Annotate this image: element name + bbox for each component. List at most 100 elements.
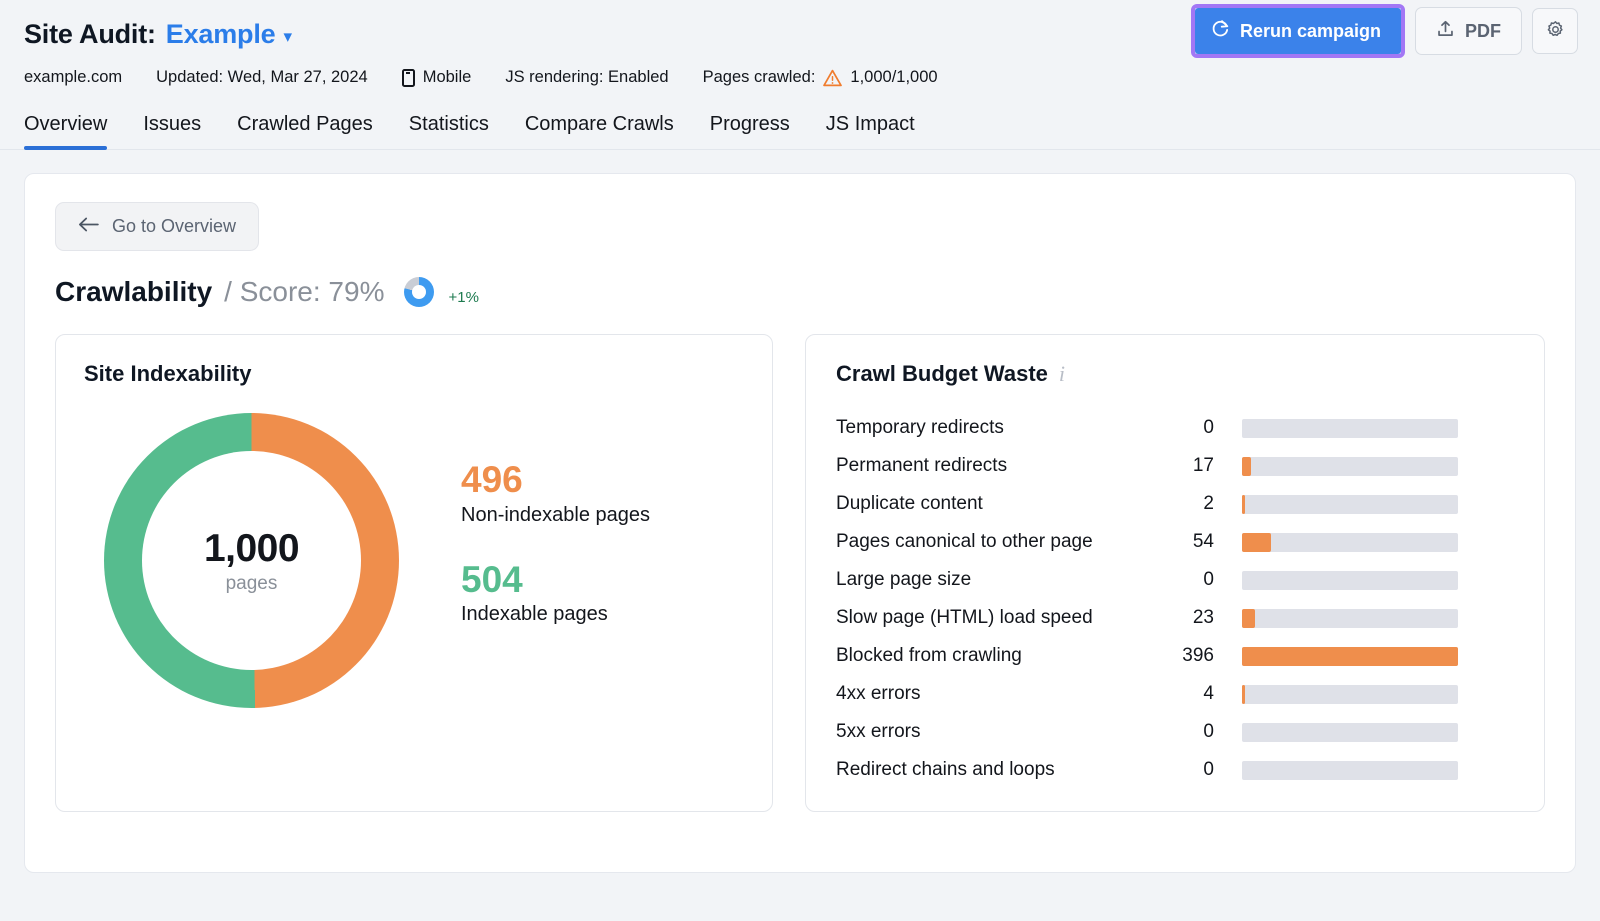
waste-row-bar-track — [1242, 419, 1458, 438]
indexability-donut: 1,000 pages — [104, 413, 399, 708]
main-content-card: Go to Overview Crawlability / Score: 79%… — [24, 173, 1576, 873]
tab-js-impact-label: JS Impact — [826, 113, 915, 135]
rerun-campaign-button[interactable]: Rerun campaign — [1195, 8, 1401, 54]
meta-device: Mobile — [402, 68, 472, 87]
waste-row-label: Slow page (HTML) load speed — [836, 607, 1156, 629]
meta-js-rendering: JS rendering: Enabled — [505, 68, 668, 87]
page-header: Site Audit: Example ▾ example.com Update… — [0, 0, 1600, 87]
tab-progress-label: Progress — [710, 113, 790, 135]
waste-row-label: Pages canonical to other page — [836, 531, 1156, 553]
crawl-budget-waste-title: Crawl Budget Waste — [836, 361, 1048, 387]
site-indexability-panel: Site Indexability 1,000 pages 496 Non-in… — [55, 334, 773, 812]
waste-row-bar-fill — [1242, 685, 1245, 704]
refresh-icon — [1211, 19, 1230, 43]
legend-item-indexable: 504 Indexable pages — [461, 561, 650, 627]
indexable-label: Indexable pages — [461, 603, 650, 626]
waste-row-value: 54 — [1156, 531, 1214, 553]
waste-row-value: 0 — [1156, 417, 1214, 439]
tab-issues[interactable]: Issues — [143, 113, 201, 149]
waste-row-value: 0 — [1156, 759, 1214, 781]
section-header: Crawlability / Score: 79% +1% — [55, 276, 1545, 308]
waste-row-bar-track — [1242, 609, 1458, 628]
chevron-down-icon[interactable]: ▾ — [283, 28, 292, 45]
waste-row-label: 5xx errors — [836, 721, 1156, 743]
pages-crawled-value: 1,000/1,000 — [850, 68, 937, 87]
device-text: Mobile — [423, 68, 472, 87]
section-score: / Score: 79% — [224, 276, 384, 308]
tab-js-impact[interactable]: JS Impact — [826, 113, 915, 149]
rerun-campaign-label: Rerun campaign — [1240, 21, 1381, 42]
upload-icon — [1436, 19, 1455, 43]
waste-row-bar-track — [1242, 685, 1458, 704]
waste-row: Pages canonical to other page54 — [836, 523, 1514, 561]
waste-row: Temporary redirects0 — [836, 409, 1514, 447]
waste-row-label: Permanent redirects — [836, 455, 1156, 477]
waste-row: Permanent redirects17 — [836, 447, 1514, 485]
tab-progress[interactable]: Progress — [710, 113, 790, 149]
meta-updated: Updated: Wed, Mar 27, 2024 — [156, 68, 368, 87]
waste-row-value: 2 — [1156, 493, 1214, 515]
donut-total-value: 1,000 — [204, 527, 299, 571]
score-donut-icon — [404, 277, 434, 307]
waste-row-value: 17 — [1156, 455, 1214, 477]
tab-statistics[interactable]: Statistics — [409, 113, 489, 149]
tab-crawled-pages[interactable]: Crawled Pages — [237, 113, 373, 149]
score-delta: +1% — [448, 289, 478, 306]
waste-row-label: Blocked from crawling — [836, 645, 1156, 667]
header-actions: Rerun campaign PDF — [1191, 4, 1578, 58]
main-tabs: Overview Issues Crawled Pages Statistics… — [0, 113, 1600, 150]
waste-row-bar-fill — [1242, 609, 1255, 628]
export-pdf-button[interactable]: PDF — [1415, 7, 1522, 55]
legend-item-non-indexable: 496 Non-indexable pages — [461, 461, 650, 527]
waste-row-value: 0 — [1156, 569, 1214, 591]
page-title: Site Audit: — [24, 19, 156, 50]
waste-row: Slow page (HTML) load speed23 — [836, 599, 1514, 637]
go-to-overview-label: Go to Overview — [112, 216, 236, 237]
go-to-overview-button[interactable]: Go to Overview — [55, 202, 259, 251]
info-icon[interactable]: i — [1059, 363, 1065, 385]
waste-row-bar-track — [1242, 457, 1458, 476]
waste-row-label: 4xx errors — [836, 683, 1156, 705]
project-name-link[interactable]: Example — [166, 19, 276, 50]
tab-compare-crawls[interactable]: Compare Crawls — [525, 113, 674, 149]
crawl-budget-waste-header: Crawl Budget Waste i — [836, 361, 1514, 387]
crawl-budget-waste-panel: Crawl Budget Waste i Temporary redirects… — [805, 334, 1545, 812]
waste-row-bar-track — [1242, 647, 1458, 666]
indexability-legend: 496 Non-indexable pages 504 Indexable pa… — [461, 461, 650, 661]
non-indexable-value: 496 — [461, 461, 650, 500]
domain-text: example.com — [24, 68, 122, 87]
meta-row: example.com Updated: Wed, Mar 27, 2024 M… — [24, 68, 1576, 87]
donut-center: 1,000 pages — [104, 413, 399, 708]
waste-row: Duplicate content2 — [836, 485, 1514, 523]
pages-crawled-label: Pages crawled: — [703, 68, 816, 87]
indexable-value: 504 — [461, 561, 650, 600]
waste-row: Redirect chains and loops0 — [836, 751, 1514, 789]
warning-triangle-icon — [823, 69, 842, 87]
rerun-highlight-box: Rerun campaign — [1191, 4, 1405, 58]
waste-row-value: 4 — [1156, 683, 1214, 705]
waste-row-bar-track — [1242, 533, 1458, 552]
updated-text: Updated: Wed, Mar 27, 2024 — [156, 68, 368, 87]
waste-row-value: 396 — [1156, 645, 1214, 667]
waste-row-value: 23 — [1156, 607, 1214, 629]
tab-crawled-pages-label: Crawled Pages — [237, 113, 373, 135]
section-title: Crawlability — [55, 276, 212, 308]
waste-row-bar-fill — [1242, 495, 1245, 514]
waste-row-bar-fill — [1242, 457, 1251, 476]
tab-compare-crawls-label: Compare Crawls — [525, 113, 674, 135]
waste-row-label: Redirect chains and loops — [836, 759, 1156, 781]
tab-issues-label: Issues — [143, 113, 201, 135]
waste-row-label: Temporary redirects — [836, 417, 1156, 439]
tab-overview-label: Overview — [24, 113, 107, 135]
tab-overview[interactable]: Overview — [24, 113, 107, 149]
meta-pages-crawled: Pages crawled: 1,000/1,000 — [703, 68, 938, 87]
waste-row-bar-track — [1242, 761, 1458, 780]
waste-row-label: Duplicate content — [836, 493, 1156, 515]
donut-total-label: pages — [226, 573, 278, 595]
waste-row: 4xx errors4 — [836, 675, 1514, 713]
arrow-left-icon — [78, 216, 99, 237]
waste-row-bar-track — [1242, 571, 1458, 590]
settings-button[interactable] — [1532, 8, 1578, 54]
waste-row: Large page size0 — [836, 561, 1514, 599]
crawl-budget-waste-list: Temporary redirects0Permanent redirects1… — [836, 409, 1514, 789]
